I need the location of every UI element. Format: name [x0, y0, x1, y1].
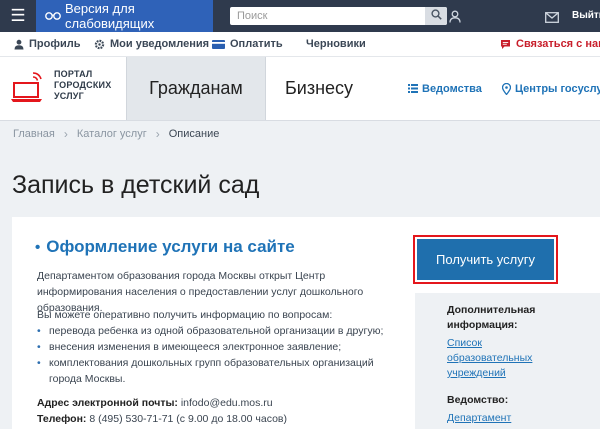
- get-service-highlight: Получить услугу: [413, 235, 558, 284]
- tab-citizens[interactable]: Гражданам: [126, 57, 266, 120]
- low-vision-button[interactable]: Версия для слабовидящих: [36, 0, 213, 32]
- search-input[interactable]: [230, 7, 420, 25]
- user-nav-bar: Профиль Мои уведомления Оплатить Чернови…: [0, 32, 600, 57]
- breadcrumb-current: Описание: [168, 128, 220, 140]
- low-vision-label: Версия для слабовидящих: [65, 1, 155, 31]
- top-bar: ☰ Версия для слабовидящих Выйти: [0, 0, 600, 32]
- service-card: • Оформление услуги на сайте Департамент…: [12, 217, 600, 429]
- user-icon: [14, 39, 24, 49]
- departments-label: Ведомства: [422, 82, 482, 95]
- search-icon: [430, 7, 442, 25]
- service-centers-link[interactable]: Центры госуслуг: [502, 57, 600, 120]
- list-item: комплектования дошкольных групп образова…: [37, 355, 397, 387]
- extra-info-heading: Дополнительная информация:: [447, 304, 536, 331]
- contact-us-label: Связаться с нами: [516, 38, 600, 50]
- main-content: Главная › Каталог услуг › Описание Запис…: [0, 121, 600, 429]
- logo-text: ПОРТАЛ ГОРОДСКИХ УСЛУГ: [54, 69, 112, 101]
- contact-us-link[interactable]: Связаться с нами: [500, 32, 600, 56]
- profile-label: Профиль: [29, 38, 81, 50]
- drafts-label: Черновики: [306, 38, 366, 50]
- pay-link[interactable]: Оплатить: [212, 32, 283, 56]
- notifications-link[interactable]: Мои уведомления: [94, 32, 209, 56]
- search-button[interactable]: [425, 7, 447, 25]
- chevron-right-icon: ›: [155, 127, 160, 141]
- laptop-logo-icon: [11, 72, 42, 102]
- pay-label: Оплатить: [230, 38, 283, 50]
- list-item: перевода ребенка из одной образовательно…: [37, 323, 397, 339]
- chevron-right-icon: ›: [63, 127, 68, 141]
- phone-value: 8 (495) 530-71-71 (с 9.00 до 18.00 часов…: [89, 413, 287, 425]
- tab-business[interactable]: Бизнесу: [265, 57, 373, 120]
- page-title: Запись в детский сад: [12, 171, 260, 199]
- chat-icon: [501, 39, 510, 49]
- service-heading-text: Оформление услуги на сайте: [46, 237, 295, 256]
- notifications-label: Мои уведомления: [110, 38, 210, 50]
- institutions-list-link[interactable]: Список образовательных учреждений: [447, 336, 567, 381]
- menu-icon[interactable]: ☰: [0, 0, 36, 32]
- breadcrumb-home[interactable]: Главная: [13, 128, 55, 140]
- service-heading: • Оформление услуги на сайте: [35, 237, 295, 257]
- get-service-button[interactable]: Получить услугу: [417, 239, 554, 280]
- list-item: внесения изменения в имеющееся электронн…: [37, 339, 397, 355]
- phone-row: Телефон: 8 (495) 530-71-71 (с 9.00 до 18…: [37, 411, 287, 427]
- phone-label: Телефон:: [37, 413, 87, 425]
- glasses-icon: [45, 11, 61, 21]
- site-header: ПОРТАЛ ГОРОДСКИХ УСЛУГ Гражданам Бизнесу…: [0, 57, 600, 121]
- department-link[interactable]: Департамент: [447, 411, 567, 426]
- portal-logo[interactable]: ПОРТАЛ ГОРОДСКИХ УСЛУГ: [11, 69, 126, 109]
- logout-link[interactable]: Выйти: [572, 0, 600, 32]
- bullet-icon: •: [35, 238, 41, 256]
- map-pin-icon: [502, 82, 511, 95]
- info-sidebar: Дополнительная информация: Список образо…: [415, 293, 600, 429]
- search-box: [230, 7, 447, 25]
- breadcrumb: Главная › Каталог услуг › Описание: [13, 127, 219, 141]
- department-heading: Ведомство:: [447, 394, 509, 406]
- departments-link[interactable]: Ведомства: [408, 57, 482, 120]
- drafts-link[interactable]: Черновики: [306, 32, 366, 56]
- email-value: infodo@edu.mos.ru: [180, 397, 273, 409]
- profile-link[interactable]: Профиль: [14, 32, 80, 56]
- mail-icon[interactable]: [545, 10, 559, 28]
- breadcrumb-catalog[interactable]: Каталог услуг: [77, 128, 147, 140]
- service-lead: Вы можете оперативно получить информацию…: [37, 309, 333, 321]
- user-icon[interactable]: [449, 7, 463, 25]
- email-row: Адрес электронной почты: infodo@edu.mos.…: [37, 395, 273, 411]
- email-label: Адрес электронной почты:: [37, 397, 178, 409]
- list-icon: [408, 84, 418, 93]
- gear-icon: [94, 39, 105, 49]
- card-icon: [212, 39, 225, 49]
- service-centers-label: Центры госуслуг: [515, 82, 600, 95]
